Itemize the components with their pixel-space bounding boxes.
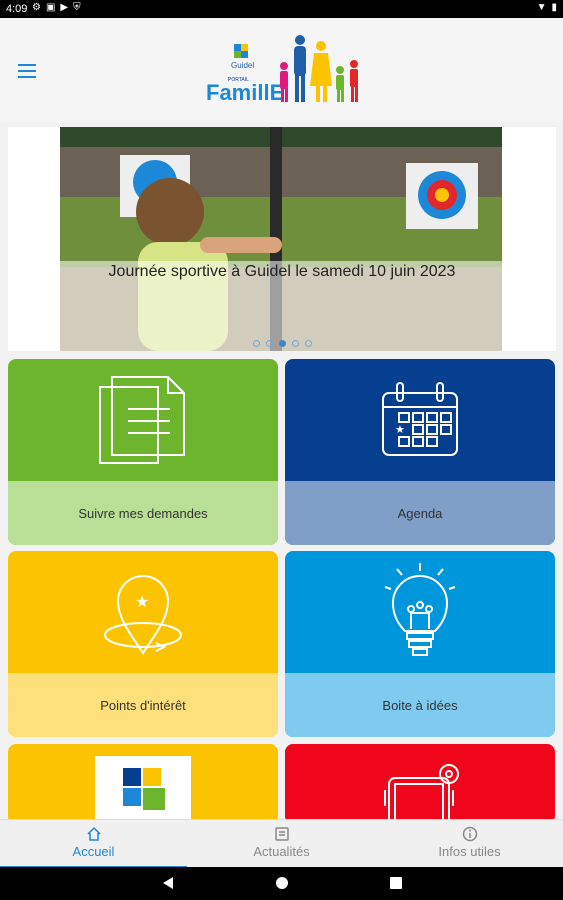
tile-label: Agenda xyxy=(285,481,555,545)
star-icon: ★ xyxy=(395,424,405,436)
tile-suivre-mes-demandes[interactable]: Suivre mes demandes xyxy=(8,359,278,545)
carousel-caption: Journée sportive à Guidel le samedi 10 j… xyxy=(108,263,456,280)
nav-infos-utiles[interactable]: Infos utiles xyxy=(376,820,563,868)
status-icons-right: ▼ ▮ xyxy=(537,2,557,13)
map-pin-star-icon: ★ xyxy=(104,575,182,655)
tile-points-d-interet[interactable]: ★ Points d'intérêt xyxy=(8,551,278,737)
menu-button[interactable] xyxy=(16,60,42,82)
tile-label: Suivre mes demandes xyxy=(8,481,278,545)
info-icon xyxy=(462,826,477,842)
tile-print-settings[interactable] xyxy=(285,744,555,824)
print-settings-icon xyxy=(384,764,459,824)
hamburger-line xyxy=(18,70,36,72)
calendar-icon: ★ xyxy=(382,382,458,456)
carousel-dot-active[interactable] xyxy=(278,340,286,347)
tile-label: Boite à idées xyxy=(285,673,555,737)
portail-famille-logo: Guidel PORTAIL FamillE xyxy=(206,35,358,105)
status-time: 4:09 xyxy=(6,3,28,15)
nav-label: Accueil xyxy=(72,844,115,859)
shield-icon: ⛨ xyxy=(73,2,81,13)
play-icon: ▶ xyxy=(60,2,69,13)
hamburger-line xyxy=(18,64,36,66)
gear-icon: ⚙ xyxy=(32,2,41,13)
recents-icon[interactable] xyxy=(389,875,403,891)
logo-brand-text: FamillE xyxy=(206,80,284,105)
tile-agenda[interactable]: ★ Agenda xyxy=(285,359,555,545)
guidel-logo-icon xyxy=(95,756,191,824)
tile-boite-a-idees[interactable]: Boite à idées xyxy=(285,551,555,737)
home-button-icon[interactable] xyxy=(274,875,290,891)
tile-guidel-logo[interactable] xyxy=(8,744,278,824)
home-icon xyxy=(86,826,101,841)
svg-text:★: ★ xyxy=(135,594,149,611)
android-nav-bar xyxy=(0,867,563,900)
carousel-dot[interactable] xyxy=(304,340,312,347)
family-silhouettes-icon xyxy=(280,35,358,102)
status-icons-left: ⚙ ▣ ▶ ⛨ xyxy=(32,2,81,13)
battery-icon: ▮ xyxy=(551,2,557,13)
square-icon: ▣ xyxy=(45,2,56,13)
carousel-dot[interactable] xyxy=(291,340,299,347)
wifi-icon: ▼ xyxy=(536,2,547,13)
lightbulb-icon xyxy=(384,563,456,656)
nav-actualites[interactable]: Actualités xyxy=(188,820,375,868)
carousel-dot[interactable] xyxy=(265,340,273,347)
news-carousel[interactable]: Journée sportive à Guidel le samedi 10 j… xyxy=(8,127,556,351)
bottom-navigation: Accueil Actualités Infos utiles xyxy=(0,819,563,868)
nav-label: Infos utiles xyxy=(438,844,501,859)
app-header: Guidel PORTAIL FamillE xyxy=(0,18,563,122)
documents-icon xyxy=(99,376,185,464)
status-bar: 4:09 ⚙ ▣ ▶ ⛨ ▼ ▮ xyxy=(0,0,563,18)
hamburger-line xyxy=(18,76,36,78)
news-icon xyxy=(274,827,289,841)
nav-accueil[interactable]: Accueil xyxy=(0,820,187,868)
carousel-dot[interactable] xyxy=(252,340,260,347)
carousel-dots xyxy=(8,340,556,347)
tile-label: Points d'intérêt xyxy=(8,673,278,737)
back-icon[interactable] xyxy=(161,875,175,891)
logo-top-text: Guidel xyxy=(231,61,254,70)
nav-label: Actualités xyxy=(253,844,310,859)
